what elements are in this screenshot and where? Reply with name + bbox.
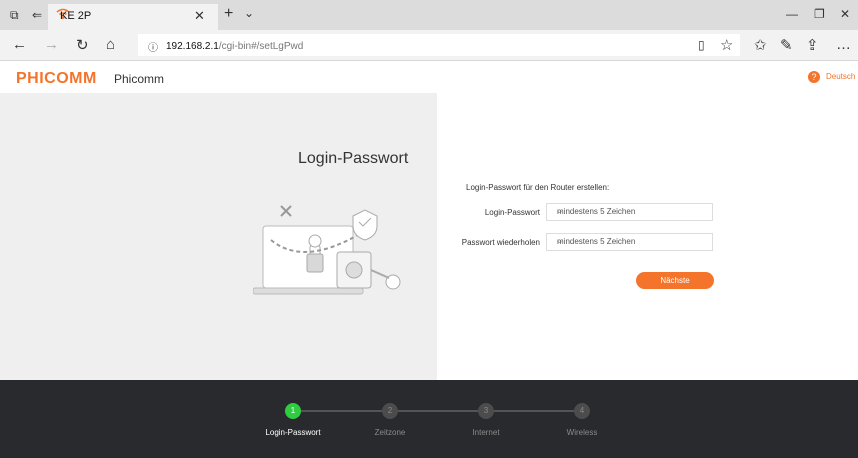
home-icon[interactable]: ⌂ <box>106 36 115 53</box>
close-window-icon[interactable]: ✕ <box>840 7 850 21</box>
set-aside-tabs-icon[interactable]: ⇐ <box>32 8 42 22</box>
refresh-icon[interactable]: ↻ <box>76 36 89 54</box>
repeat-password-field[interactable]: mindestens 5 Zeichen ⌣ <box>546 233 713 251</box>
setup-stepper <box>0 380 858 458</box>
language-link[interactable]: Deutsch <box>826 72 855 81</box>
restore-icon[interactable]: ❐ <box>814 7 825 21</box>
step-dot-4[interactable]: 4 <box>574 403 590 419</box>
form-intro: Login-Passwort für den Router erstellen: <box>466 183 610 192</box>
url-text[interactable]: 192.168.2.1/cgi-bin#/setLgPwd <box>166 41 303 52</box>
step-label-2: Zeitzone <box>374 428 406 437</box>
info-icon[interactable]: ⓘ <box>148 39 158 54</box>
address-bar-row: ← → ↻ ⌂ ⓘ 192.168.2.1/cgi-bin#/setLgPwd … <box>0 30 858 61</box>
app-header: PHICOMM Phicomm ? Deutsch <box>0 61 858 93</box>
step-dot-3[interactable]: 3 <box>478 403 494 419</box>
eye-closed-icon[interactable]: ⌣ <box>557 237 708 247</box>
step-label-1: Login-Passwort <box>265 428 321 437</box>
chevron-down-icon[interactable]: ⌄ <box>244 6 254 20</box>
repeat-password-label: Passwort wiederholen <box>461 238 540 247</box>
password-label: Login-Passwort <box>484 208 540 217</box>
browser-tab-bar: ⧉ ⇐ ✕ KE 2P + ⌄ — ❐ ✕ <box>0 0 858 30</box>
tab-actions-icon[interactable]: ⧉ <box>10 8 19 23</box>
security-illustration-icon <box>253 205 401 295</box>
tab-close-icon[interactable]: ✕ <box>194 8 205 24</box>
stepper-track <box>300 410 580 412</box>
eye-closed-icon[interactable]: ⌣ <box>557 207 708 217</box>
brand-name: Phicomm <box>114 72 165 86</box>
new-tab-icon[interactable]: + <box>224 5 233 23</box>
pen-icon[interactable]: ✎ <box>780 36 793 54</box>
step-label-3: Internet <box>472 428 500 437</box>
step-dot-1[interactable]: 1 <box>285 403 301 419</box>
back-icon[interactable]: ← <box>12 36 27 53</box>
logo: PHICOMM <box>16 70 97 87</box>
step-dot-2[interactable]: 2 <box>382 403 398 419</box>
more-icon[interactable]: … <box>836 36 851 53</box>
next-button[interactable]: Nächste <box>636 272 714 289</box>
favorites-list-icon[interactable]: ✩ <box>754 36 767 54</box>
password-field[interactable]: mindestens 5 Zeichen ⌣ <box>546 203 713 221</box>
step-label-4: Wireless <box>566 428 598 437</box>
favorite-star-icon[interactable]: ☆ <box>720 36 733 54</box>
question-icon[interactable]: ? <box>808 71 820 83</box>
tab-title: KE 2P <box>60 10 92 22</box>
share-icon[interactable]: ⇪ <box>806 36 819 54</box>
page-title: Login-Passwort <box>298 150 409 167</box>
minimize-icon[interactable]: — <box>786 7 798 21</box>
reading-view-icon[interactable]: ▯ <box>698 38 705 52</box>
forward-icon[interactable]: → <box>44 36 59 53</box>
